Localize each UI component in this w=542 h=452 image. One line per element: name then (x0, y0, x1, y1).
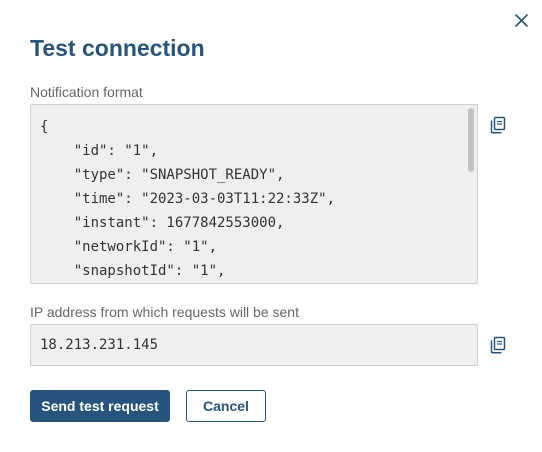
cancel-button[interactable]: Cancel (186, 390, 266, 422)
ip-address-value: 18.213.231.145 (40, 337, 159, 353)
ip-address-field[interactable]: 18.213.231.145 (30, 324, 478, 366)
ip-address-label: IP address from which requests will be s… (30, 304, 299, 320)
notification-format-field[interactable]: { "id": "1", "type": "SNAPSHOT_READY", "… (30, 104, 478, 284)
dialog-title: Test connection (30, 35, 205, 61)
copy-ip-button[interactable] (489, 335, 507, 355)
notification-format-label: Notification format (30, 84, 143, 100)
copy-format-button[interactable] (489, 115, 507, 135)
close-icon (515, 14, 528, 27)
notification-format-code: { "id": "1", "type": "SNAPSHOT_READY", "… (40, 119, 336, 279)
copy-icon (490, 116, 506, 134)
copy-icon (490, 336, 506, 354)
test-connection-dialog: Test connection Notification format { "i… (0, 0, 542, 452)
send-test-request-button[interactable]: Send test request (30, 390, 170, 422)
scrollbar-thumb[interactable] (468, 108, 474, 172)
close-button[interactable] (512, 11, 532, 31)
